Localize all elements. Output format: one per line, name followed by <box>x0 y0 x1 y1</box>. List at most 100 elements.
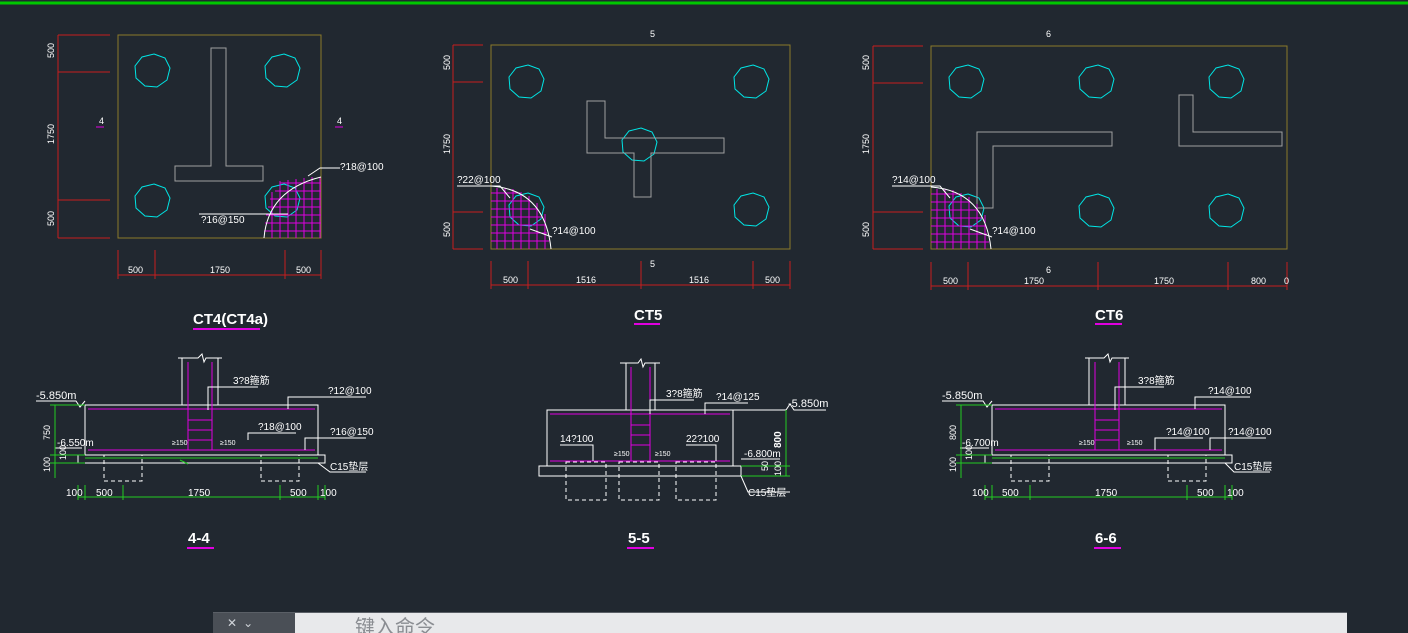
dim-text: 100 <box>320 488 337 499</box>
leader-line <box>1209 437 1266 450</box>
dim-text: 1750 <box>861 134 871 154</box>
leader-line <box>457 185 511 199</box>
section-mark-top: 6 <box>1046 29 1051 39</box>
dim-text: 100 <box>42 457 52 472</box>
rebar-label: ?14@100 <box>1228 427 1272 438</box>
dim-text: 500 <box>861 222 871 237</box>
ct6-plan[interactable]: ?14@100 ?14@100 6 6 500 1750 500 500 175… <box>861 29 1289 325</box>
rebar-label: ?12@100 <box>328 386 372 397</box>
cad-drawing-canvas[interactable]: 4 4 ?18@100 ?16@150 500 1750 500 500 175… <box>0 0 1408 628</box>
rebar <box>88 362 315 451</box>
elevation-label: -6.800m <box>744 449 781 460</box>
rebar-label: ?14@100 <box>892 175 936 186</box>
ct4-plan[interactable]: 4 4 ?18@100 ?16@150 500 1750 500 500 175… <box>46 34 384 330</box>
dim-text: 500 <box>296 265 311 275</box>
rebar-label: ?18@100 <box>340 162 384 173</box>
dim-text: 750 <box>42 425 52 440</box>
command-line-bar: ✕ ⌄ 键入命令 <box>213 612 1347 633</box>
column-outline <box>1178 94 1283 147</box>
dim-text: 100 <box>1227 488 1244 499</box>
section-6-6[interactable]: -5.850m -6.700m 800 100 100 3?8箍筋 ?14@10… <box>942 353 1272 549</box>
drawing-title: CT4(CT4a) <box>193 311 268 328</box>
command-input[interactable]: 键入命令 <box>295 613 1347 633</box>
dim-text: 500 <box>943 276 958 286</box>
rebar-label: 22?100 <box>686 434 720 445</box>
section-mark-left: 4 <box>99 116 104 126</box>
elevation-label: -5.850m <box>942 390 982 402</box>
dim-text: 0 <box>1284 276 1289 286</box>
section-mark-bottom: 6 <box>1046 265 1051 275</box>
leader-line <box>1154 437 1203 450</box>
leader-line <box>287 396 366 409</box>
dimension-bottom <box>930 262 1288 290</box>
rebar-label: ?14@100 <box>1208 386 1252 397</box>
rebar-label: 3?8箍筋 <box>666 387 703 400</box>
small-label: ≥150 <box>1079 440 1095 447</box>
rebar-label: ?14@100 <box>1166 427 1210 438</box>
dim-text: 800 <box>773 431 784 448</box>
dim-text: 500 <box>96 488 113 499</box>
pile-section <box>565 461 607 501</box>
leader-line <box>892 185 951 199</box>
dimension-left <box>872 45 923 250</box>
leader-line <box>247 432 296 440</box>
leader-line <box>1114 386 1164 410</box>
leader-line <box>560 444 594 461</box>
dimension-left <box>57 34 110 239</box>
small-label: ≥150 <box>614 451 630 458</box>
dim-text: 1750 <box>46 124 56 144</box>
dim-text: 500 <box>46 211 56 226</box>
dim-text: 1750 <box>1154 276 1174 286</box>
dim-text: 100 <box>58 445 68 460</box>
dim-text: 500 <box>128 265 143 275</box>
dim-text: 800 <box>948 425 958 440</box>
pile <box>1208 64 1245 99</box>
drawing-title: 4-4 <box>188 530 210 547</box>
rebar-label: ?16@150 <box>201 215 245 226</box>
pile-section <box>675 461 717 501</box>
elevation-label: -5.850m <box>788 398 828 410</box>
rebar <box>550 367 730 462</box>
dim-text: 800 <box>1251 276 1266 286</box>
ct6-outline <box>930 45 1288 250</box>
ct5-plan[interactable]: ?22@100 ?14@100 5 5 500 1750 500 500 151… <box>442 29 791 325</box>
ct4-outline <box>117 34 322 239</box>
break-line <box>1085 353 1129 364</box>
pile <box>264 183 301 218</box>
section-4-4[interactable]: -5.850m -6.550m 750 100 100 3?8箍筋 ?12@10… <box>36 353 374 549</box>
small-label: ≥150 <box>220 440 236 447</box>
section-mark-right: 4 <box>337 116 342 126</box>
small-label: ≥150 <box>172 440 188 447</box>
dim-text: 100 <box>948 457 958 472</box>
leader-line <box>207 386 258 410</box>
rebar-label: ?22@100 <box>457 175 501 186</box>
pile <box>948 64 985 99</box>
pile <box>1078 64 1115 99</box>
pile <box>1208 193 1245 228</box>
dim-text: 500 <box>290 488 307 499</box>
break-line <box>178 353 222 364</box>
dim-text: 500 <box>1197 488 1214 499</box>
c15-layer <box>77 454 326 464</box>
rebar-hatch <box>491 188 549 249</box>
leader-line <box>649 399 694 414</box>
drawing-title: 6-6 <box>1095 530 1117 547</box>
dim-text: 500 <box>1002 488 1019 499</box>
dim-text: 1516 <box>689 275 709 285</box>
pile <box>264 53 301 88</box>
pile <box>508 64 545 99</box>
dim-text: 100 <box>964 445 974 460</box>
rebar-label: ?14@100 <box>552 226 596 237</box>
pile-section <box>260 454 300 482</box>
leader-line <box>304 437 366 450</box>
dim-text: 1750 <box>188 488 211 499</box>
pile-section <box>1010 454 1050 482</box>
dim-text: 500 <box>503 275 518 285</box>
rebar-label: ?18@100 <box>258 422 302 433</box>
drawing-title: 5-5 <box>628 530 650 547</box>
dim-text: 500 <box>861 55 871 70</box>
dim-text: 1516 <box>576 275 596 285</box>
column-outline <box>976 131 1113 209</box>
section-5-5[interactable]: 3?8箍筋 ?14@125 14?100 22?100 -5.850m -6.8… <box>538 357 828 549</box>
dim-text: 500 <box>46 43 56 58</box>
